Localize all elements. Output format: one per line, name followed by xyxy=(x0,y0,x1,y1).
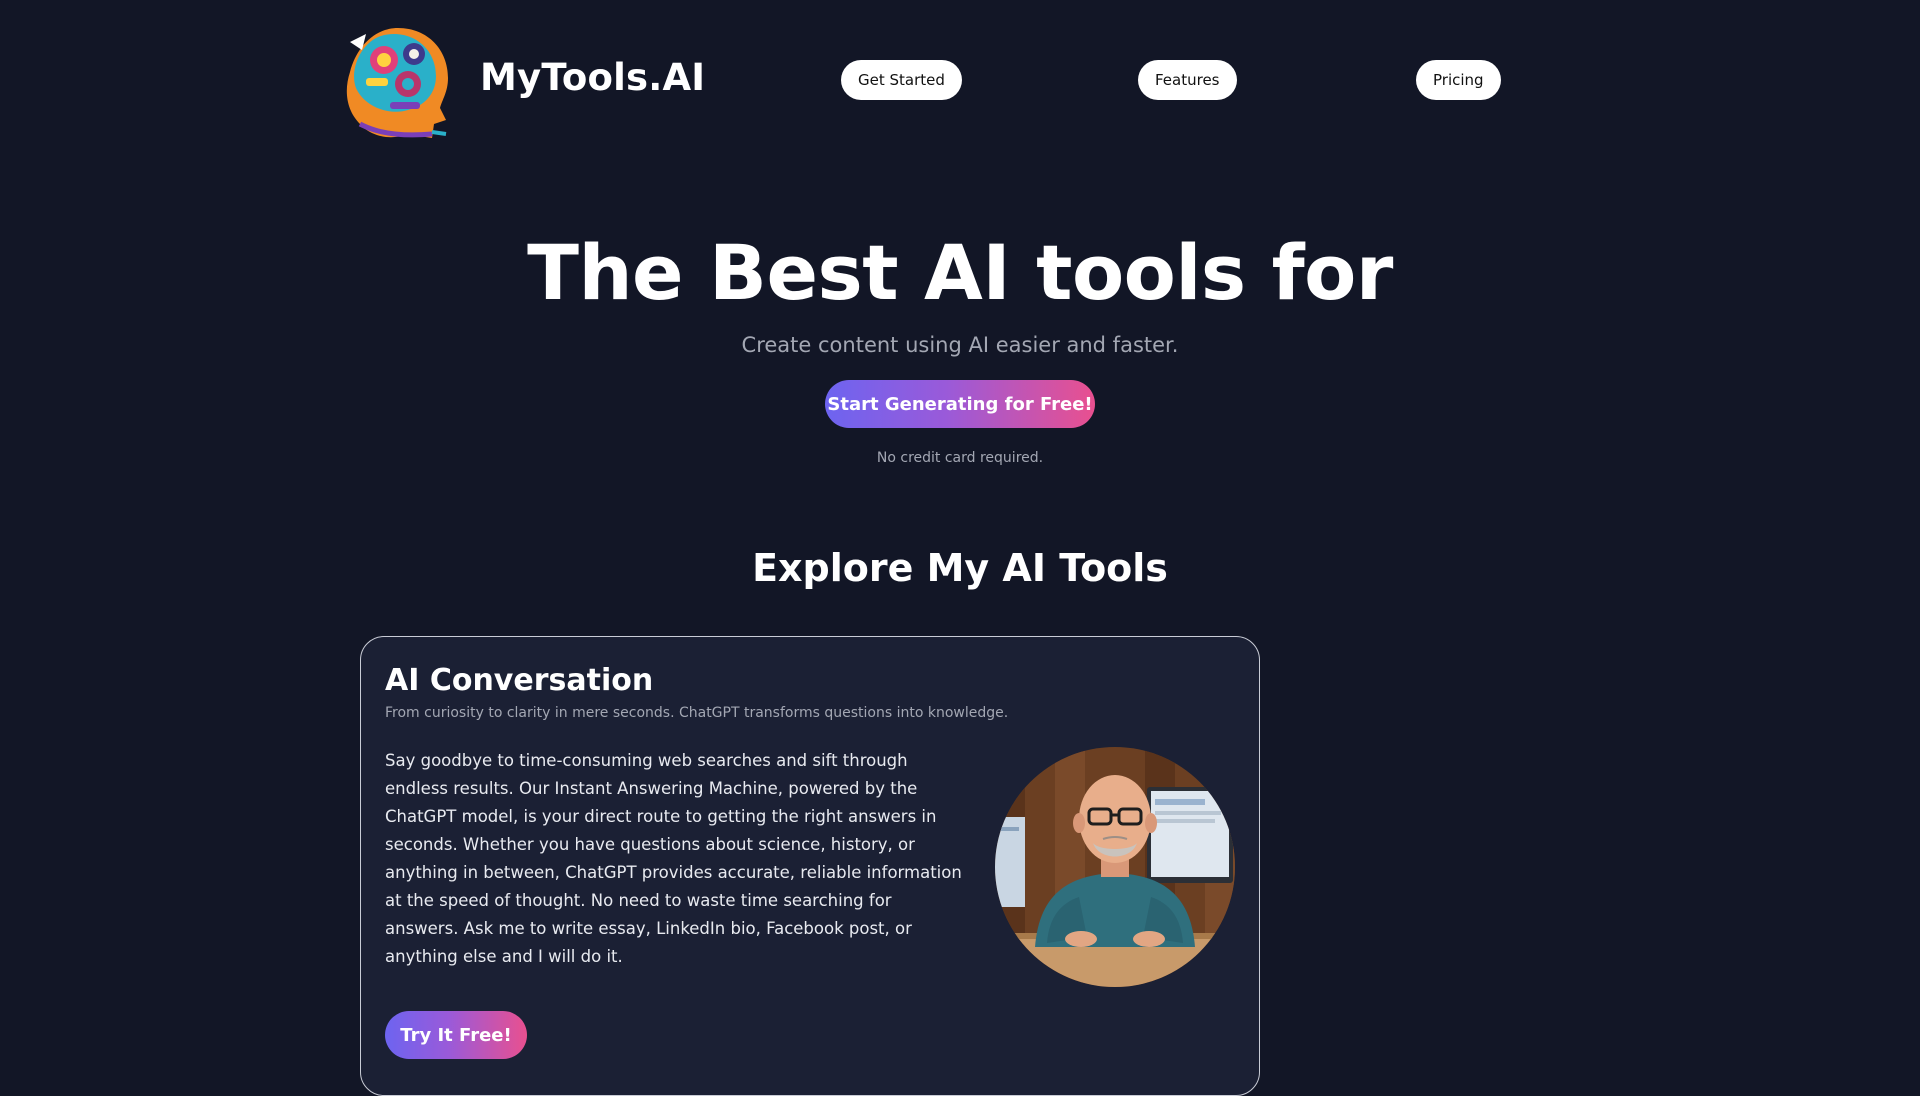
nav-get-started-button[interactable]: Get Started xyxy=(841,60,962,100)
no-credit-card-note: No credit card required. xyxy=(876,450,1044,466)
brand-name[interactable]: MyTools.AI xyxy=(480,56,705,99)
site-header: MyTools.AI Get Started Features Pricing xyxy=(0,0,1920,160)
card-tagline: From curiosity to clarity in mere second… xyxy=(385,705,1009,721)
card-title: AI Conversation xyxy=(385,663,654,698)
hero-subtitle: Create content using AI easier and faste… xyxy=(741,333,1179,357)
ai-head-logo-icon[interactable] xyxy=(336,20,460,144)
hero-title: The Best AI tools for xyxy=(527,228,1393,317)
man-at-computer-image xyxy=(995,747,1235,987)
start-generating-button[interactable]: Start Generating for Free! xyxy=(825,380,1095,428)
section-title: Explore My AI Tools xyxy=(752,546,1168,590)
card-description: Say goodbye to time-consuming web search… xyxy=(385,751,962,966)
nav-pricing-button[interactable]: Pricing xyxy=(1416,60,1501,100)
tool-card-ai-conversation: AI Conversation From curiosity to clarit… xyxy=(360,636,1260,1096)
nav-features-button[interactable]: Features xyxy=(1138,60,1237,100)
try-it-free-button[interactable]: Try It Free! xyxy=(385,1011,527,1059)
